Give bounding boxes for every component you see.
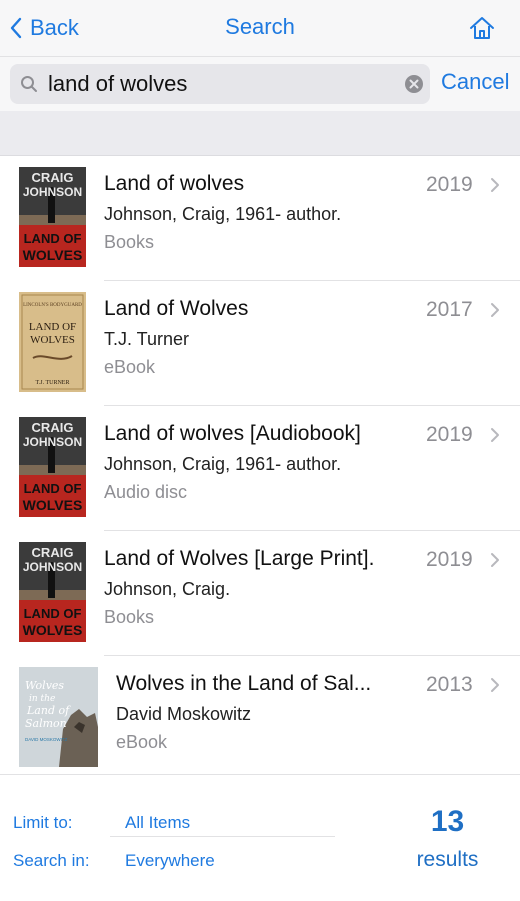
cover-text: CRAIG (32, 170, 74, 185)
search-options-footer: Limit to: All Items Search in: Everywher… (0, 774, 520, 901)
chevron-right-icon (491, 303, 499, 317)
result-title: Land of wolves [Audiobook] (104, 422, 361, 445)
results-list: CRAIG JOHNSON LAND OF WOLVES Land of wol… (0, 156, 520, 781)
result-row[interactable]: Wolves in the Land of Salmon DAVID MOSKO… (0, 656, 520, 781)
result-author: Johnson, Craig, 1961- author. (104, 454, 342, 474)
result-format: eBook (104, 357, 156, 377)
cover-text: Wolves (25, 679, 64, 692)
cover-text: Land of (26, 704, 71, 717)
result-year: 2019 (426, 173, 473, 196)
cover-text: JOHNSON (23, 185, 82, 199)
book-cover: CRAIG JOHNSON LAND OF WOLVES (19, 417, 86, 517)
result-row[interactable]: CRAIG JOHNSON LAND OF WOLVES Land of wol… (0, 406, 520, 531)
section-spacer (0, 111, 520, 156)
search-field[interactable] (10, 64, 430, 104)
result-format: Books (104, 607, 155, 627)
cover-text: WOLVES (30, 334, 75, 346)
result-year: 2019 (426, 423, 473, 446)
result-title: Land of wolves (104, 172, 245, 195)
result-row[interactable]: CRAIG JOHNSON LAND OF WOLVES Land of Wol… (0, 531, 520, 656)
divider (110, 836, 335, 837)
cover-text: JOHNSON (23, 435, 82, 449)
cover-text: LINCOLN'S BODYGUARD (23, 303, 82, 308)
result-title: Wolves in the Land of Sal... (116, 672, 372, 695)
back-label: Back (30, 15, 79, 40)
clear-search-icon[interactable] (404, 74, 424, 94)
home-button[interactable] (468, 15, 496, 41)
cover-text: WOLVES (23, 622, 83, 638)
result-author: David Moskowitz (116, 704, 252, 724)
cover-text: LAND OF (24, 481, 82, 496)
search-in-value[interactable]: Everywhere (125, 851, 215, 871)
book-cover: LINCOLN'S BODYGUARD LAND OF WOLVES T.J. … (19, 292, 86, 392)
cover-text: LAND OF (24, 231, 82, 246)
result-row[interactable]: CRAIG JOHNSON LAND OF WOLVES Land of wol… (0, 156, 520, 281)
result-count: 13 (430, 805, 465, 838)
search-input[interactable] (48, 68, 398, 100)
result-format: Audio disc (104, 482, 188, 502)
back-button[interactable]: Back (10, 12, 79, 44)
chevron-right-icon (491, 553, 499, 567)
search-in-label: Search in: (13, 851, 90, 870)
chevron-right-icon (491, 428, 499, 442)
cover-text: in the (29, 694, 55, 704)
cover-text: WOLVES (23, 497, 83, 513)
result-row[interactable]: LINCOLN'S BODYGUARD LAND OF WOLVES T.J. … (0, 281, 520, 406)
result-format: eBook (116, 732, 168, 752)
cover-text: T.J. TURNER (36, 380, 70, 386)
search-bar: Cancel (0, 57, 520, 111)
limit-to-label: Limit to: (13, 813, 73, 832)
result-year: 2013 (426, 673, 473, 696)
result-format: Books (104, 232, 155, 252)
cover-text: LAND OF (29, 321, 76, 333)
cover-text: DAVID MOSKOWITZ (25, 737, 68, 742)
result-author: T.J. Turner (104, 329, 190, 349)
cover-text: LAND OF (24, 606, 82, 621)
cover-text: Salmon (25, 717, 67, 730)
result-title: Land of Wolves (104, 297, 249, 320)
result-author: Johnson, Craig. (104, 579, 231, 599)
nav-bar: Back Search (0, 0, 520, 57)
home-icon (470, 17, 494, 39)
result-year: 2017 (426, 298, 473, 321)
result-title: Land of Wolves [Large Print]. (104, 547, 375, 570)
search-icon (21, 76, 37, 92)
chevron-right-icon (491, 178, 499, 192)
cover-text: CRAIG (32, 545, 74, 560)
book-cover: Wolves in the Land of Salmon DAVID MOSKO… (19, 667, 98, 767)
chevron-left-icon (10, 17, 22, 39)
book-cover: CRAIG JOHNSON LAND OF WOLVES (19, 167, 86, 267)
book-cover: CRAIG JOHNSON LAND OF WOLVES (19, 542, 86, 642)
cover-text: JOHNSON (23, 560, 82, 574)
result-year: 2019 (426, 548, 473, 571)
result-author: Johnson, Craig, 1961- author. (104, 204, 342, 224)
cover-text: WOLVES (23, 247, 83, 263)
result-count-label: results (416, 848, 479, 871)
chevron-right-icon (491, 678, 499, 692)
cover-text: CRAIG (32, 420, 74, 435)
cancel-button[interactable]: Cancel (441, 69, 509, 95)
limit-to-value[interactable]: All Items (125, 813, 190, 833)
